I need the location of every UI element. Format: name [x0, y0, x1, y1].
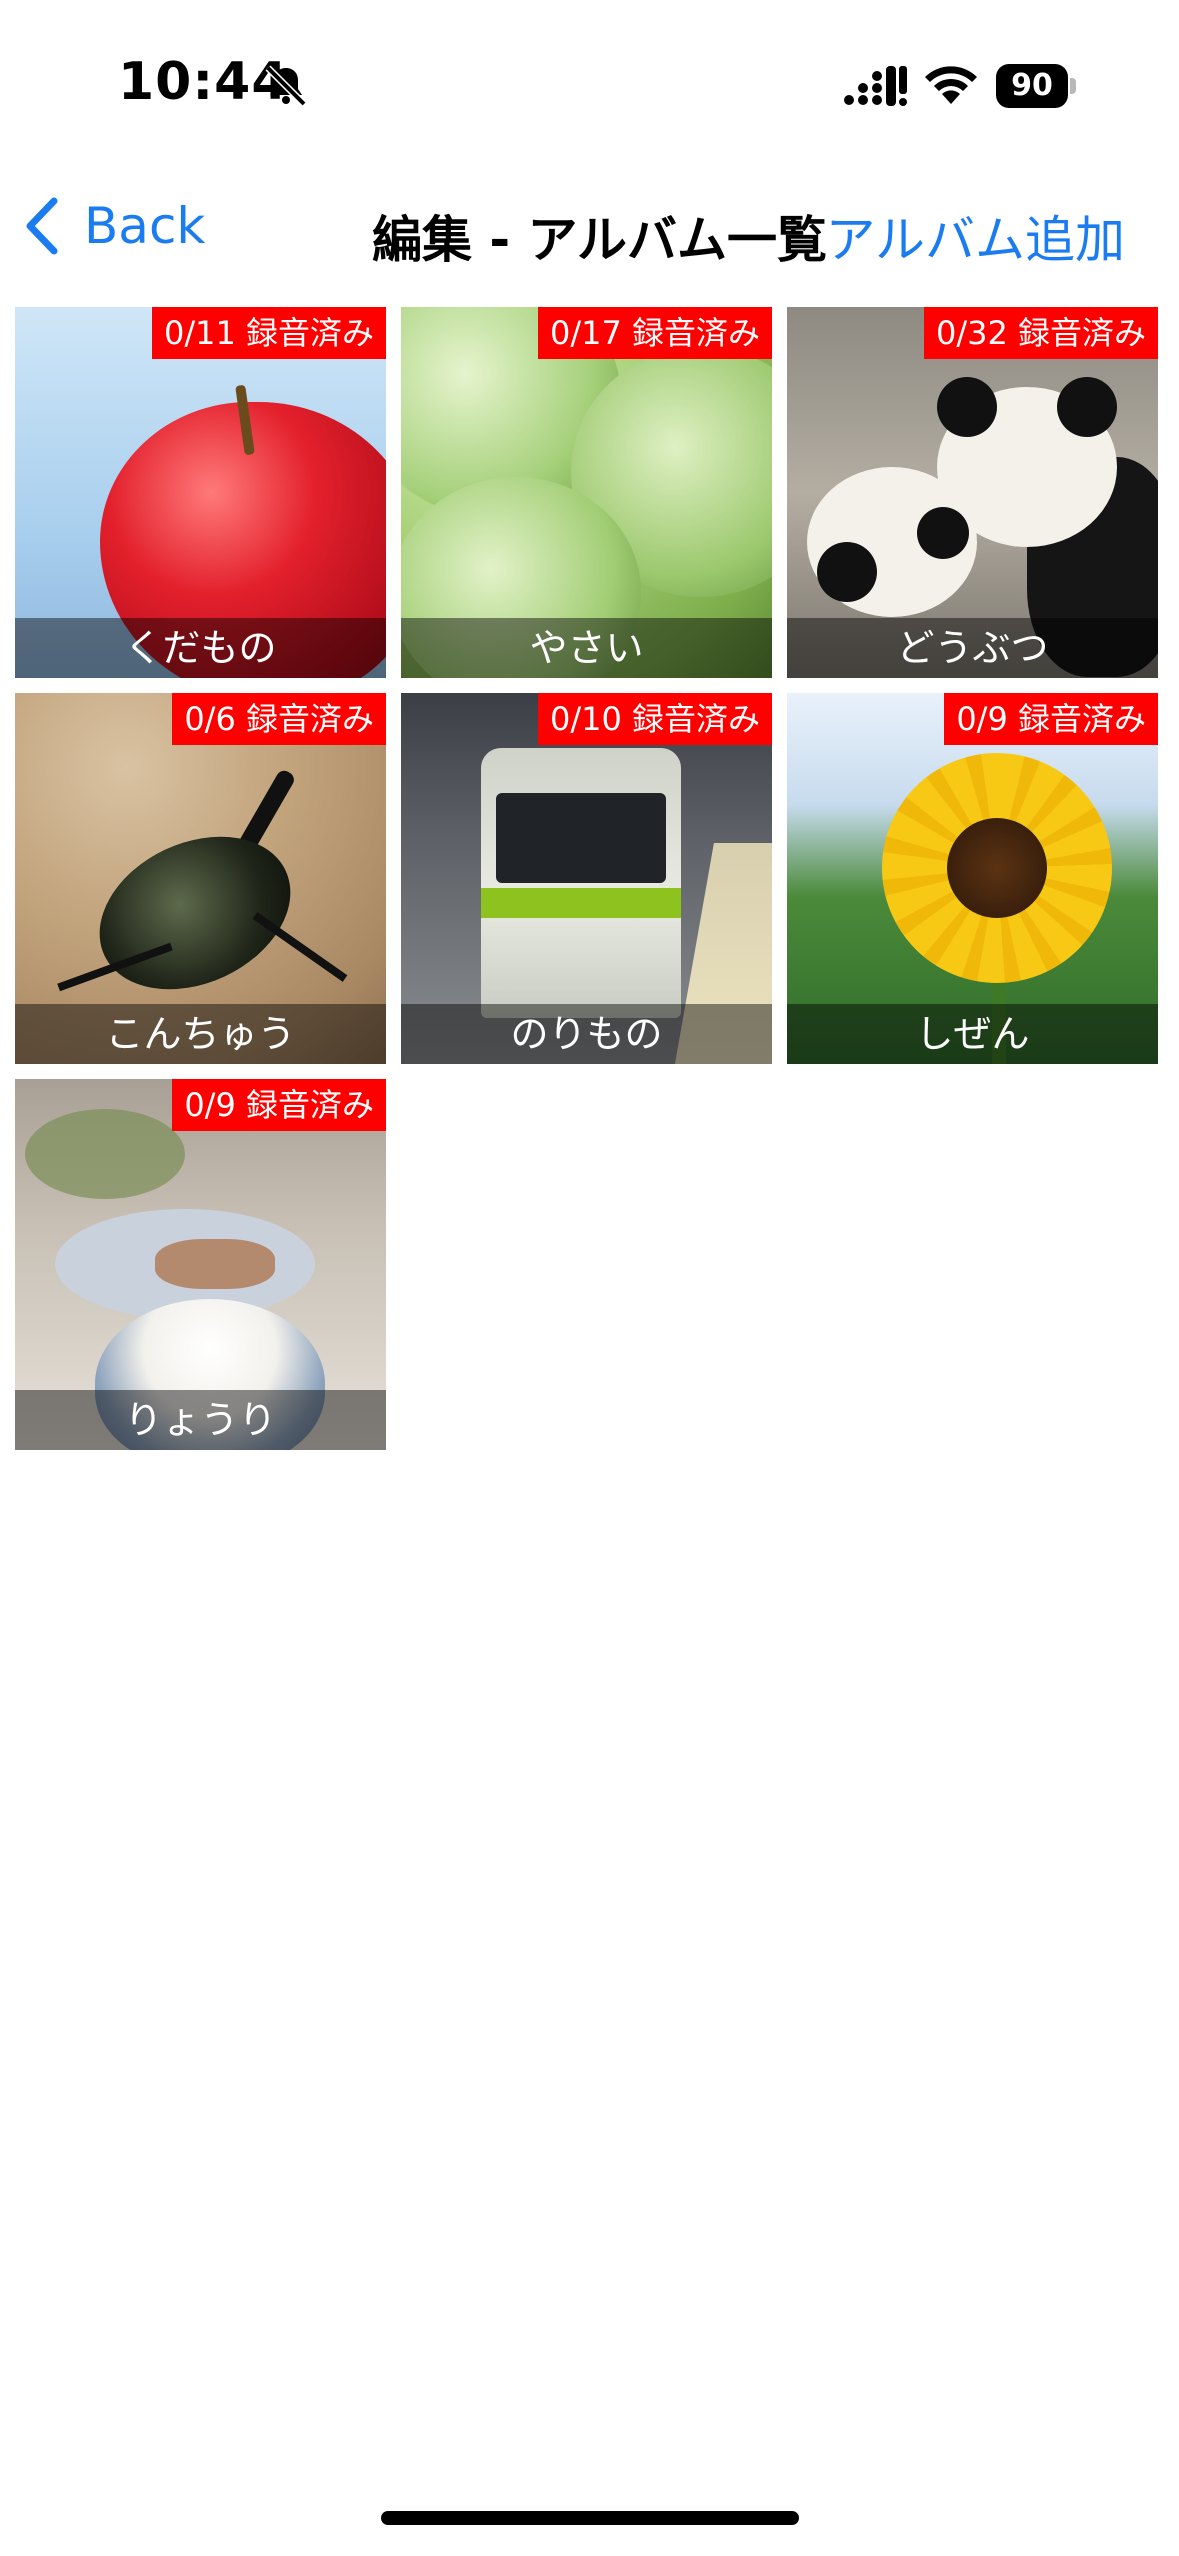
album-name: りょうり	[15, 1390, 386, 1450]
status-bar: 10:44 90	[0, 0, 1179, 170]
album-name: どうぶつ	[787, 618, 1158, 678]
recorded-count-badge: 0/9 録音済み	[944, 693, 1158, 745]
album-name: のりもの	[401, 1004, 772, 1064]
page-title-text: 編集 - アルバム一覧	[371, 211, 828, 269]
recorded-count-badge: 0/17 録音済み	[537, 307, 772, 359]
album-name: くだもの	[15, 618, 386, 678]
battery-level: 90	[996, 64, 1068, 108]
recorded-count-badge: 0/6 録音済み	[172, 693, 386, 745]
album-name: やさい	[401, 618, 772, 678]
album-tile-vehicles[interactable]: 0/10 録音済み のりもの	[401, 693, 772, 1064]
wifi-icon	[925, 66, 977, 104]
album-tile-vegetables[interactable]: 0/17 録音済み やさい	[401, 307, 772, 678]
album-name: しぜん	[787, 1004, 1158, 1064]
battery-icon: 90	[996, 64, 1080, 108]
home-indicator[interactable]	[381, 2511, 799, 2525]
recorded-count-badge: 0/11 録音済み	[151, 307, 386, 359]
album-tile-cooking[interactable]: 0/9 録音済み りょうり	[15, 1079, 386, 1450]
navigation-bar: Back 編集 - アルバム一覧 アルバム追加	[0, 170, 1179, 280]
recorded-count-badge: 0/32 録音済み	[923, 307, 1158, 359]
album-tile-nature[interactable]: 0/9 録音済み しぜん	[787, 693, 1158, 1064]
recorded-count-badge: 0/9 録音済み	[172, 1079, 386, 1131]
album-tile-fruit[interactable]: 0/11 録音済み くだもの	[15, 307, 386, 678]
recorded-count-badge: 0/10 録音済み	[537, 693, 772, 745]
add-album-button[interactable]: アルバム追加	[826, 200, 1126, 272]
cellular-signal-icon	[844, 66, 907, 106]
album-tile-animals[interactable]: 0/32 録音済み どうぶつ	[787, 307, 1158, 678]
bell-slash-icon	[265, 65, 307, 107]
album-tile-insects[interactable]: 0/6 録音済み こんちゅう	[15, 693, 386, 1064]
album-name: こんちゅう	[15, 1004, 386, 1064]
